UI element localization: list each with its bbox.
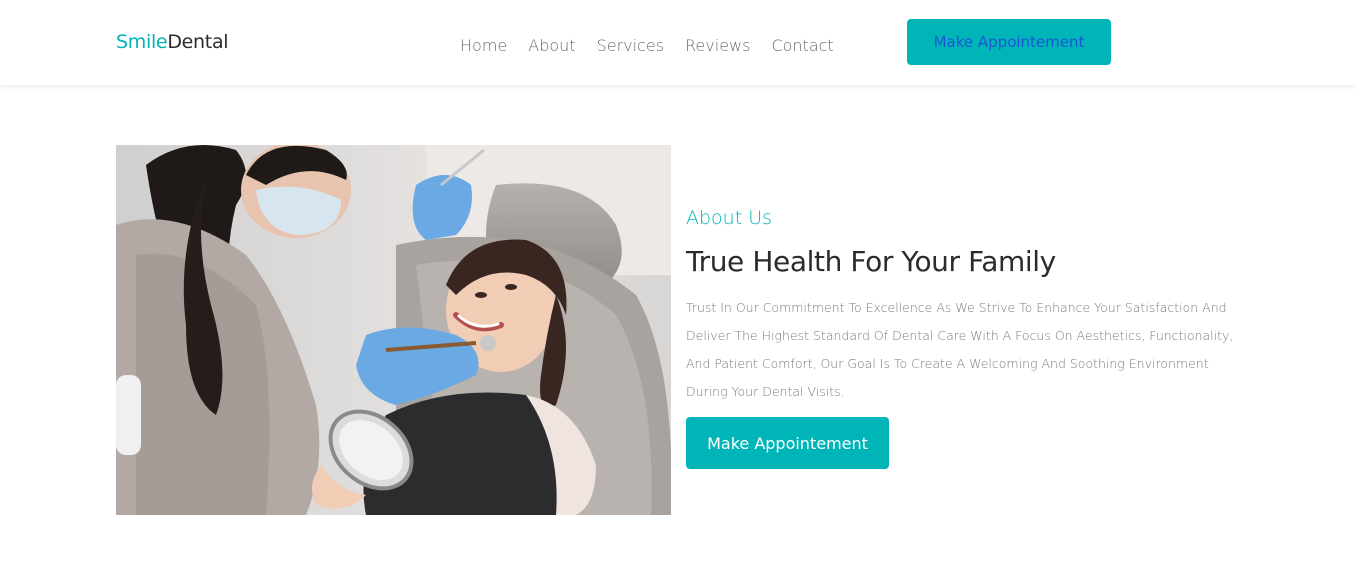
section-description: Trust In Our Commitment To Excellence As… bbox=[686, 300, 1234, 399]
dentist-treating-child-photo bbox=[116, 145, 671, 515]
section-title: True Health For Your Family bbox=[686, 245, 1056, 278]
header-appointment-button[interactable]: Make Appointement bbox=[907, 19, 1111, 65]
main-nav: Home About Services Reviews Contact bbox=[460, 36, 834, 56]
logo[interactable]: SmileDental bbox=[116, 30, 229, 54]
section-label: About Us bbox=[686, 207, 773, 229]
nav-home[interactable]: Home bbox=[460, 36, 507, 56]
nav-about[interactable]: About bbox=[528, 36, 575, 56]
logo-part-dental: Dental bbox=[167, 31, 229, 53]
nav-services[interactable]: Services bbox=[597, 36, 664, 56]
nav-contact[interactable]: Contact bbox=[771, 36, 833, 56]
logo-part-smile: Smile bbox=[116, 31, 168, 53]
nav-reviews[interactable]: Reviews bbox=[685, 36, 750, 56]
site-header: SmileDental Home About Services Reviews … bbox=[0, 0, 1355, 85]
make-appointment-button[interactable]: Make Appointement bbox=[686, 417, 889, 469]
